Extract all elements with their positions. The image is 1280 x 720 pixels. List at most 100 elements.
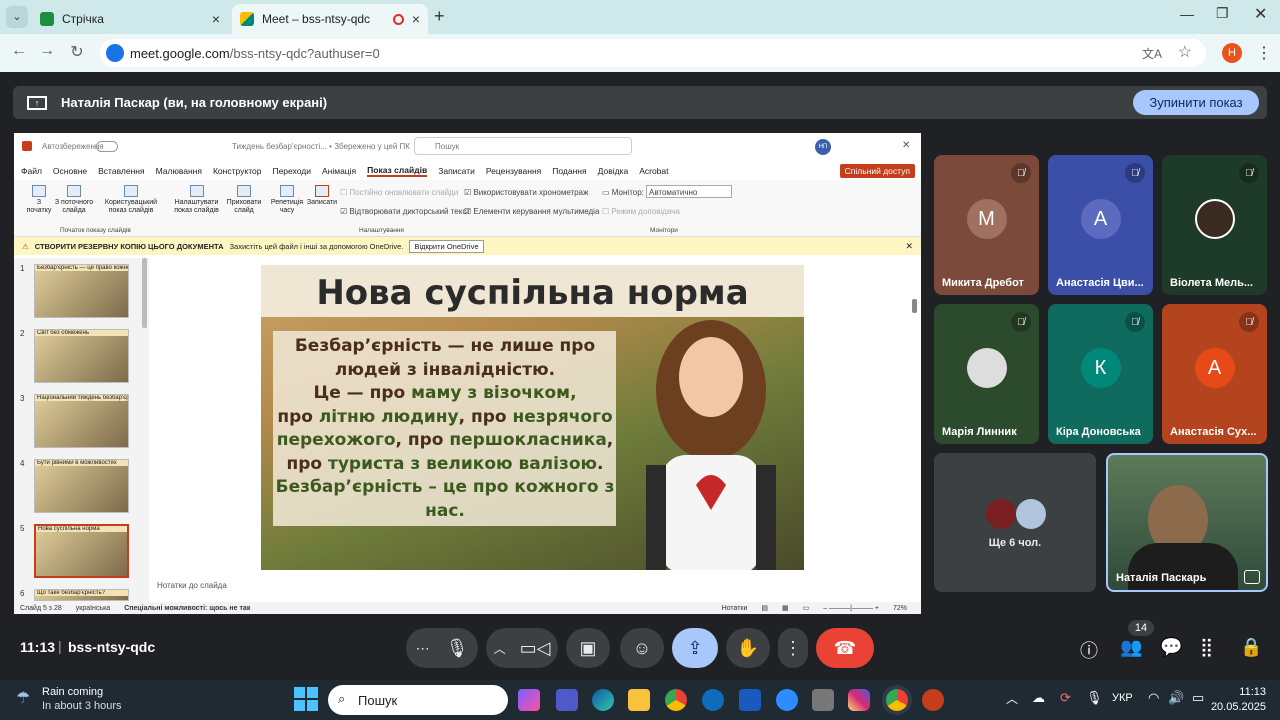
ppt-search-input[interactable]: Пошук: [414, 137, 632, 155]
camera-button[interactable]: ︿ ▭◁: [486, 628, 558, 668]
menu-design[interactable]: Конструктор: [213, 166, 261, 176]
bookmark-star-icon[interactable]: ☆: [1178, 42, 1192, 62]
wifi-icon[interactable]: ◠: [1148, 690, 1159, 706]
menu-transitions[interactable]: Переходи: [272, 166, 311, 176]
sync-icon[interactable]: ⟳: [1060, 690, 1071, 706]
weather-rain-icon[interactable]: ☂: [16, 688, 30, 708]
hide-slide-button[interactable]: Приховати слайд: [224, 185, 264, 215]
close-infobar-icon[interactable]: ✕: [905, 241, 913, 252]
clock-date[interactable]: 20.05.2025: [1206, 701, 1266, 713]
participant-tile[interactable]: 🎙̸ А Анастасія Цви...: [1048, 155, 1153, 295]
slide-thumbnail-2[interactable]: Світ без обмежень: [34, 329, 129, 383]
tab-classroom[interactable]: Стрічка ×: [32, 4, 228, 34]
menu-home[interactable]: Основне: [53, 166, 87, 176]
zoom-icon[interactable]: [776, 689, 798, 711]
sorter-view-icon[interactable]: ▦: [782, 604, 789, 612]
activities-icon[interactable]: ⣿: [1200, 637, 1213, 658]
chat-icon[interactable]: 💬: [1160, 637, 1182, 658]
self-video-tile[interactable]: Наталія Паскарь: [1106, 453, 1268, 592]
record-button[interactable]: Записати: [306, 185, 338, 207]
close-tab-icon[interactable]: ×: [412, 11, 420, 27]
menu-slideshow[interactable]: Показ слайдів: [367, 165, 428, 177]
tab-search-chevron-icon[interactable]: ⌄: [6, 6, 28, 28]
captions-button[interactable]: ▣: [566, 628, 610, 668]
stop-presenting-button[interactable]: Зупинити показ: [1133, 90, 1259, 115]
chrome-icon[interactable]: [665, 689, 687, 711]
present-button[interactable]: ⇪: [672, 628, 718, 668]
onedrive-icon[interactable]: ☁: [1032, 690, 1045, 706]
menu-record[interactable]: Записати: [438, 166, 475, 176]
menu-help[interactable]: Довідка: [598, 166, 629, 176]
ppt-user-avatar[interactable]: НП: [815, 139, 831, 155]
slide-scrollbar[interactable]: [912, 299, 917, 313]
mic-button[interactable]: ⋯ 🎙: [406, 628, 478, 668]
slide-thumbnail-6[interactable]: Що таке безбар'єрність?: [34, 589, 129, 601]
slide-thumbnail-4[interactable]: Бути рівними в можливостях: [34, 459, 129, 513]
instagram-icon[interactable]: [848, 689, 870, 711]
option-narration[interactable]: ☑ Відтворювати дикторський текст: [340, 207, 470, 216]
host-controls-icon[interactable]: 🔒: [1240, 637, 1262, 658]
minimize-icon[interactable]: —: [1180, 6, 1194, 22]
option-presenter-view[interactable]: ☐ Режим доповідача: [602, 207, 680, 216]
participant-tile[interactable]: 🎙̸ Віолета Мель...: [1162, 155, 1267, 295]
menu-review[interactable]: Рецензування: [486, 166, 541, 176]
new-tab-icon[interactable]: +: [434, 6, 445, 27]
translate-icon[interactable]: 文A: [1142, 45, 1162, 62]
option-media-controls[interactable]: ☑ Елементи керування мультимедіа: [464, 207, 599, 216]
profile-avatar[interactable]: Н: [1222, 43, 1242, 63]
monitor-select[interactable]: Автоматично: [646, 185, 732, 198]
participant-tile[interactable]: 🎙̸ Марія Линник: [934, 304, 1039, 444]
url-field[interactable]: meet.google.com/bss-ntsy-qdc?authuser=0 …: [100, 39, 1206, 67]
forward-icon[interactable]: →: [36, 42, 58, 60]
participant-tile[interactable]: 🎙̸ А Анастасія Сух...: [1162, 304, 1267, 444]
restore-icon[interactable]: ❐: [1216, 5, 1229, 22]
copilot-icon[interactable]: [518, 689, 540, 711]
back-icon[interactable]: ←: [8, 42, 30, 60]
edge-icon[interactable]: [592, 689, 614, 711]
thumbnails-scrollbar[interactable]: [142, 258, 147, 328]
option-keep-updated[interactable]: ☐ Постійно оновлювати слайди: [340, 188, 458, 197]
accessibility-status[interactable]: Спеціальні можливості: щось не так: [124, 605, 250, 612]
menu-insert[interactable]: Вставлення: [98, 166, 144, 176]
menu-view[interactable]: Подання: [552, 166, 586, 176]
rehearse-button[interactable]: Репетиція часу: [268, 185, 306, 215]
menu-acrobat[interactable]: Acrobat: [639, 166, 668, 176]
slide-thumbnail-5[interactable]: Нова суспільна норма: [34, 524, 129, 578]
leave-call-button[interactable]: ☎: [816, 628, 874, 668]
people-icon[interactable]: 👥: [1120, 637, 1142, 658]
slide-thumbnail-3[interactable]: Національний тиждень безбар'єрності: [34, 394, 129, 448]
site-info-icon[interactable]: [106, 44, 124, 62]
volume-icon[interactable]: 🔊: [1168, 690, 1184, 706]
file-explorer-icon[interactable]: [628, 689, 650, 711]
normal-view-icon[interactable]: ▤: [761, 604, 768, 612]
browser-menu-icon[interactable]: ⋮: [1256, 43, 1272, 63]
share-button[interactable]: Спільний доступ: [839, 164, 915, 178]
menu-draw[interactable]: Малювання: [156, 166, 202, 176]
reactions-button[interactable]: ☺: [620, 628, 664, 668]
meeting-info-icon[interactable]: ⓘ: [1080, 637, 1098, 663]
reload-icon[interactable]: ↻: [66, 42, 88, 62]
close-tab-icon[interactable]: ×: [212, 11, 220, 27]
setup-show-button[interactable]: Налаштувати показ слайдів: [169, 185, 224, 215]
battery-icon[interactable]: ▭: [1192, 690, 1204, 706]
windows-start-icon[interactable]: [294, 687, 318, 711]
participant-tile[interactable]: 🎙̸ М Микита Дребот: [934, 155, 1039, 295]
menu-animations[interactable]: Анімація: [322, 166, 356, 176]
slide-thumbnail-1[interactable]: Безбар'єрність — це право кожного: [34, 264, 129, 318]
notes-toggle-button[interactable]: Нотатки: [722, 605, 748, 612]
clock-time[interactable]: 11:13: [1228, 686, 1266, 698]
ppt-close-icon[interactable]: ✕: [902, 140, 910, 151]
others-tile[interactable]: Ще 6 чол.: [934, 453, 1096, 592]
zoom-slider[interactable]: – ———|——— +: [823, 605, 879, 612]
app-icon[interactable]: [812, 689, 834, 711]
weather-title[interactable]: Rain coming: [42, 686, 103, 698]
teams-icon[interactable]: [556, 689, 578, 711]
raise-hand-button[interactable]: ✋: [726, 628, 770, 668]
tab-meet[interactable]: Meet – bss-ntsy-qdc ×: [232, 4, 428, 34]
mail-icon[interactable]: [702, 689, 724, 711]
tray-chevron-icon[interactable]: ︿: [1006, 690, 1018, 707]
custom-show-button[interactable]: Користувацький показ слайдів: [102, 185, 160, 215]
powerpoint-taskbar-icon[interactable]: [922, 689, 944, 711]
slide-notes-field[interactable]: Нотатки до слайда: [149, 573, 921, 599]
participant-tile[interactable]: 🎙̸ К Кіра Доновська: [1048, 304, 1153, 444]
